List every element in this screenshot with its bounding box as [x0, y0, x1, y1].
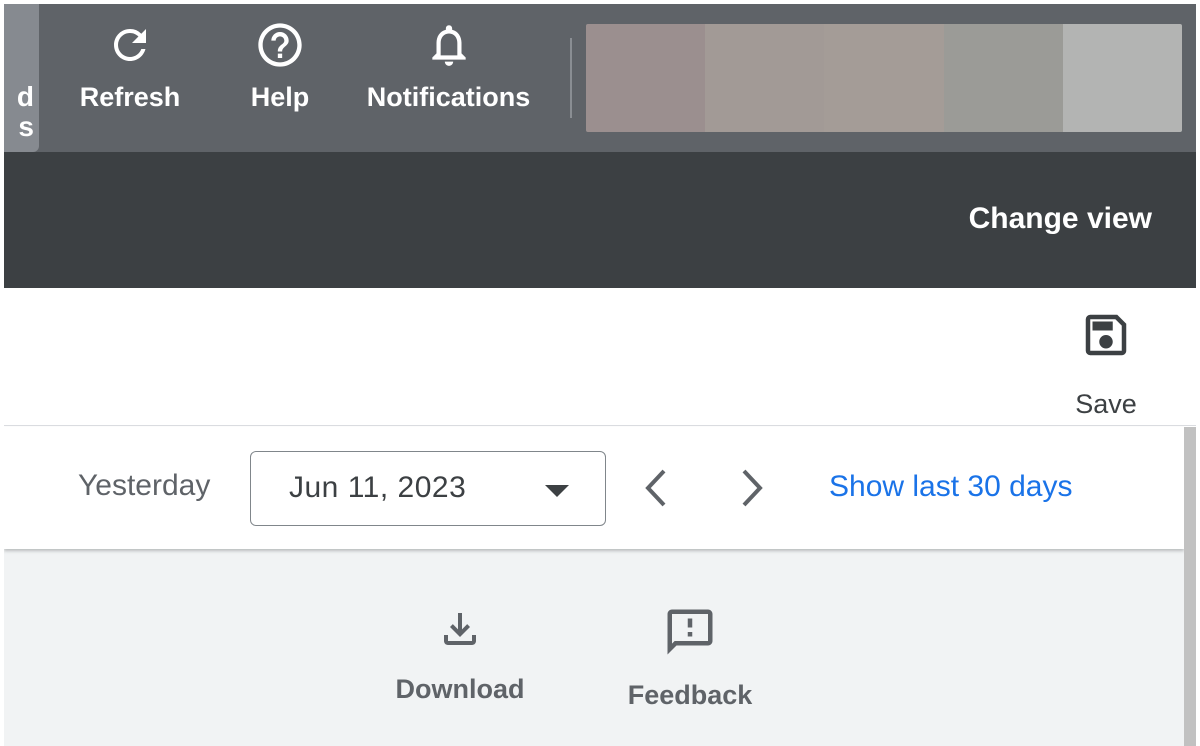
action-bar: Save — [4, 288, 1196, 426]
save-icon — [1079, 308, 1133, 367]
date-value: Jun 11, 2023 — [289, 471, 467, 504]
feedback-label: Feedback — [627, 680, 753, 710]
avatar-block-1 — [586, 24, 706, 132]
chevron-right-icon[interactable] — [732, 465, 772, 511]
save-button[interactable]: Save — [1064, 308, 1148, 419]
refresh-label: Refresh — [79, 82, 181, 112]
feedback-button[interactable]: Feedback — [620, 605, 760, 711]
save-label: Save — [1075, 389, 1137, 419]
date-dropdown[interactable]: Jun 11, 2023 — [250, 451, 606, 526]
feedback-icon — [663, 605, 717, 664]
download-button[interactable]: Download — [390, 605, 530, 705]
notifications-button[interactable]: Notifications — [356, 4, 541, 152]
frame-edge-left — [0, 0, 4, 746]
avatar-block-4 — [943, 24, 1063, 132]
help-button[interactable]: Help — [240, 4, 320, 152]
vertical-scrollbar[interactable] — [1184, 427, 1196, 746]
avatar-block-3 — [824, 24, 944, 132]
date-preset-label: Yesterday — [78, 469, 211, 502]
footer-actions: Download Feedback — [4, 549, 1184, 746]
download-label: Download — [395, 674, 525, 704]
change-view-button[interactable]: Change view — [969, 202, 1152, 236]
header-bar: Change view — [4, 152, 1196, 288]
refresh-icon — [106, 18, 154, 72]
help-icon — [254, 18, 306, 72]
show-last-30-days-link[interactable]: Show last 30 days — [829, 470, 1072, 504]
download-icon — [436, 605, 484, 658]
date-bar: Yesterday Jun 11, 2023 Show last 30 days — [4, 427, 1184, 549]
help-label: Help — [250, 82, 310, 112]
frame-edge-top — [0, 0, 1200, 4]
chevron-left-icon[interactable] — [636, 465, 676, 511]
bell-icon — [424, 18, 474, 72]
partial-tab-label: d s — [16, 81, 34, 142]
avatar-block-5 — [1062, 24, 1182, 132]
refresh-button[interactable]: Refresh — [74, 4, 186, 152]
partial-tab[interactable]: d s — [4, 4, 39, 152]
top-toolbar: d s Refresh Help Notifications — [4, 4, 1196, 152]
caret-down-icon — [545, 485, 569, 497]
account-avatar[interactable] — [586, 24, 1182, 132]
toolbar-divider — [570, 38, 572, 118]
avatar-block-2 — [705, 24, 825, 132]
notifications-label: Notifications — [366, 82, 531, 112]
frame-edge-right — [1196, 0, 1200, 746]
